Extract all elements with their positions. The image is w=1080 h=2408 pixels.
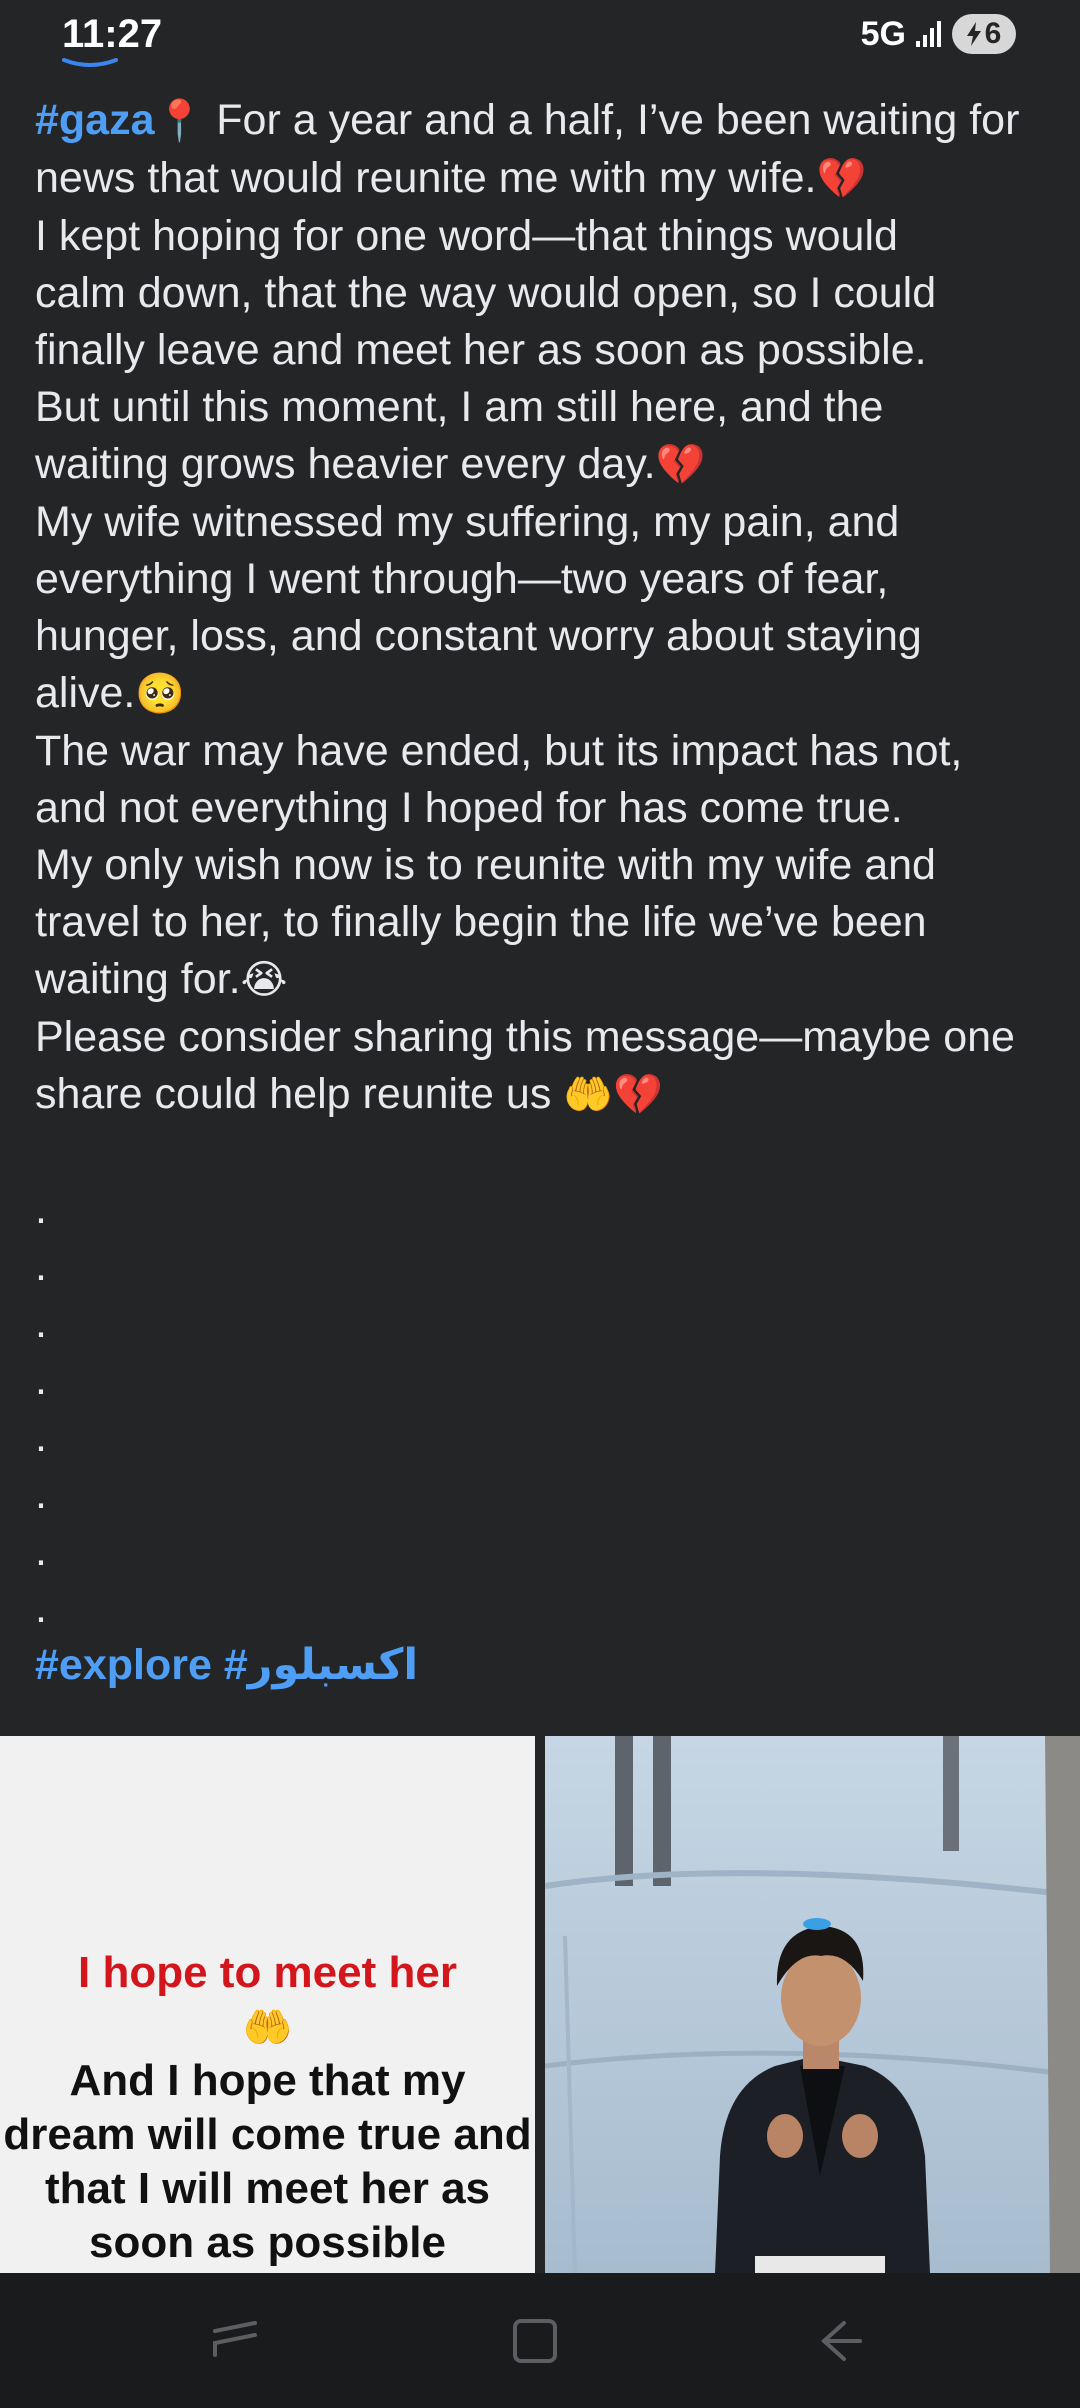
image-text-line: that I will meet her as (44, 2164, 491, 2213)
hashtag-arabic[interactable]: #اكسبلور (224, 1641, 418, 1689)
hashtag-gaza[interactable]: #gaza (35, 96, 155, 144)
signal-icon (916, 21, 941, 47)
post-line-14: My only wish now is to reunite with my w… (35, 841, 936, 889)
broken-heart-emoji: 💔 (613, 1072, 663, 1118)
post-line-7: waiting grows heavier every day.💔 (35, 436, 1055, 494)
battery-indicator: 6 (952, 14, 1016, 54)
image-text-line: dream will come true and (3, 2110, 532, 2159)
status-bar: 11:27 5G 6 (0, 0, 1080, 70)
hashtag-explore[interactable]: #explore (35, 1641, 212, 1689)
image-text-line: And I hope that my (69, 2056, 466, 2105)
recent-apps-icon[interactable] (205, 2311, 265, 2371)
dot-line: . (35, 1299, 47, 1347)
pleading-face-emoji: 🥺 (135, 671, 186, 717)
battery-level: 6 (984, 17, 1002, 50)
pin-emoji: 📍 (154, 98, 205, 144)
post-text-line: waiting grows heavier every day. (35, 440, 656, 488)
post-line-6: But until this moment, I am still here, … (35, 383, 884, 431)
dot-line: . (35, 1242, 47, 1290)
image-body-text: And I hope that my dream will come true … (0, 2054, 535, 2270)
status-time: 11:27 (62, 12, 163, 56)
post-text-line: alive. (35, 669, 136, 717)
post-line-13: and not everything I hoped for has come … (35, 784, 903, 832)
broken-heart-emoji: 💔 (816, 156, 867, 202)
post-line-15: travel to her, to finally begin the life… (35, 898, 927, 946)
post-line-17: Please consider sharing this message—may… (35, 1013, 1015, 1061)
charging-bolt-icon (966, 22, 981, 46)
post-body: #gaza📍 For a year and a half, I’ve been … (35, 92, 1055, 1637)
crying-face-emoji: 😭 (240, 957, 288, 1003)
raised-hands-emoji: 🤲 (563, 1072, 614, 1118)
post-line-4: calm down, that the way would open, so I… (35, 269, 937, 317)
broken-heart-emoji: 💔 (655, 442, 706, 488)
post-line-8: My wife witnessed my suffering, my pain,… (35, 498, 900, 546)
post-line-3: I kept hoping for one word—that things w… (35, 212, 898, 260)
home-icon[interactable] (505, 2311, 565, 2371)
post-image-text-graphic[interactable]: I hope to meet her 🤲 And I hope that my … (0, 1736, 535, 2273)
activity-indicator-icon (62, 58, 118, 67)
dot-line: . (35, 1527, 47, 1575)
dot-line: . (35, 1470, 47, 1518)
status-icons: 5G 6 (861, 14, 1016, 54)
dot-line: . (35, 1413, 47, 1461)
back-icon[interactable] (810, 2311, 870, 2371)
post-line-18: share could help reunite us 🤲💔 (35, 1066, 1055, 1124)
hashtag-row: #explore #اكسبلور (35, 1637, 418, 1694)
post-line-1: #gaza📍 For a year and a half, I’ve been … (35, 92, 1055, 150)
post-line-2: news that would reunite me with my wife.… (35, 150, 1055, 208)
dot-line: . (35, 1584, 47, 1632)
post-image-photo[interactable] (545, 1736, 1080, 2273)
dot-line: . (35, 1185, 47, 1233)
network-type: 5G (860, 14, 906, 53)
post-line-16: waiting for.😭 (35, 951, 1055, 1009)
post-line-10: hunger, loss, and constant worry about s… (35, 612, 922, 660)
system-nav-bar (0, 2273, 1080, 2408)
dot-line: . (35, 1356, 47, 1404)
post-line-11: alive.🥺 (35, 665, 1055, 723)
raised-hands-emoji: 🤲 (242, 2006, 293, 2050)
post-line-5: finally leave and meet her as soon as po… (35, 326, 927, 374)
post-text-line: For a year and a half, I’ve been waiting… (204, 96, 1020, 144)
post-text-line: news that would reunite me with my wife. (35, 154, 817, 202)
post-text-line: share could help reunite us (35, 1070, 564, 1118)
man-photo-illustration (545, 1736, 1080, 2273)
post-line-9: everything I went through—two years of f… (35, 555, 889, 603)
post-line-12: The war may have ended, but its impact h… (35, 727, 963, 775)
image-heading: I hope to meet her (78, 1948, 457, 1997)
image-text-line: soon as possible (89, 2218, 446, 2267)
post-text-line: waiting for. (35, 955, 241, 1003)
